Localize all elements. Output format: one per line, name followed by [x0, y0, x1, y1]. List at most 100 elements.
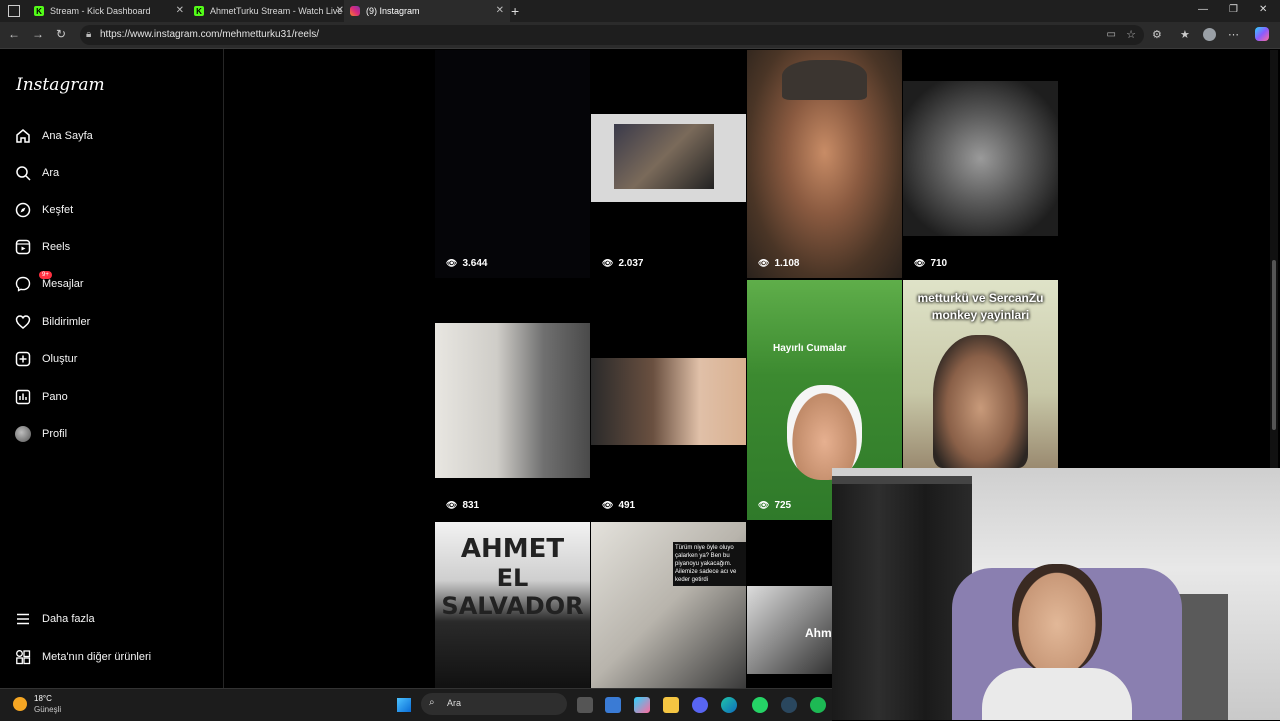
reel-image [903, 81, 1058, 236]
sidebar-item-label: Ara [42, 167, 60, 179]
grid-icon [14, 648, 32, 666]
whatsapp-icon[interactable] [752, 697, 768, 713]
tab-kick-watch[interactable]: K AhmetTurku Stream - Watch Live ✕ [188, 0, 350, 22]
file-explorer-icon[interactable] [663, 697, 679, 713]
reader-icon[interactable]: ▭ [1107, 29, 1116, 40]
reel-image [435, 323, 590, 478]
reel-image [787, 385, 862, 480]
start-icon[interactable] [397, 698, 411, 712]
reel-thumbnail[interactable] [435, 280, 590, 520]
sidebar-item-reels[interactable]: Reels [14, 236, 70, 258]
search-icon: ⌕ [429, 697, 435, 708]
reel-thumbnail[interactable] [903, 50, 1058, 278]
reel-overlay-text: Türüm niye öyle oluyo çalarken ya? Ben b… [673, 542, 746, 586]
spotify-icon[interactable] [810, 697, 826, 713]
eye-icon: 👁︎ [914, 258, 926, 268]
maximize-icon[interactable]: ❐ [1229, 4, 1238, 15]
reel-thumbnail[interactable] [591, 280, 746, 520]
messenger-icon: 9+ [14, 271, 52, 293]
weather-icon[interactable] [13, 697, 27, 711]
reel-overlay-text: AHMET [460, 534, 565, 564]
close-window-icon[interactable]: ✕ [1259, 4, 1267, 15]
reel-image [591, 358, 746, 445]
sidebar-item-create[interactable]: Oluştur [14, 348, 77, 370]
task-view-icon[interactable] [577, 697, 593, 713]
reel-thumbnail[interactable] [435, 50, 590, 278]
scrollbar-thumb[interactable] [1272, 260, 1276, 430]
store-icon[interactable] [605, 697, 621, 713]
refresh-icon[interactable]: ↻ [56, 27, 66, 41]
sidebar-item-notifications[interactable]: Bildirimler [14, 311, 90, 333]
url-text: https://www.instagram.com/mehmetturku31/… [100, 29, 319, 40]
heart-icon [14, 313, 32, 331]
reel-image [782, 60, 867, 100]
close-icon[interactable]: ✕ [176, 5, 184, 16]
eye-icon: 👁︎ [446, 500, 458, 510]
reel-overlay-text: Ahm [805, 626, 832, 640]
reel-thumbnail[interactable]: Türüm niye öyle oluyo çalarken ya? Ben b… [591, 522, 746, 688]
sidebar-item-messages[interactable]: 9+ Mesajlar [14, 271, 84, 295]
sidebar-item-more[interactable]: Daha fazla [14, 608, 95, 630]
sidebar-item-profile[interactable]: Profil [14, 423, 67, 445]
weather-temp[interactable]: 18°C [34, 694, 52, 703]
window-menu-icon[interactable] [8, 5, 20, 17]
favorite-star-icon[interactable]: ☆ [1126, 28, 1136, 41]
extensions-icon[interactable]: ⚙ [1152, 28, 1162, 41]
close-icon[interactable]: ✕ [496, 5, 504, 16]
tab-title: Stream - Kick Dashboard [50, 6, 151, 16]
url-field[interactable]: 🔒︎ https://www.instagram.com/mehmetturku… [80, 25, 1144, 45]
lock-icon: 🔒︎ [86, 29, 92, 40]
reels-icon [14, 238, 32, 256]
taskbar-search[interactable]: ⌕ Ara [421, 693, 567, 715]
reel-image [591, 114, 746, 202]
home-icon [14, 127, 32, 145]
reel-views: 👁︎ 2.037 [602, 258, 644, 269]
favorites-icon[interactable]: ★ [1180, 28, 1190, 41]
reel-thumbnail[interactable]: metturkü ve SercanZu monkey yayinlari [903, 280, 1058, 468]
reel-image [933, 335, 1028, 468]
sidebar-item-explore[interactable]: Keşfet [14, 199, 73, 221]
minimize-icon[interactable]: — [1198, 4, 1208, 15]
reel-thumbnail[interactable]: AHMET EL SALVADOR [435, 522, 590, 688]
reel-views: 👁︎ 831 [446, 500, 480, 511]
copilot-taskbar-icon[interactable] [634, 697, 650, 713]
close-icon[interactable]: ✕ [336, 5, 344, 16]
instagram-logo[interactable]: Instagram [16, 75, 105, 95]
sidebar-item-label: Mesajlar [42, 278, 84, 290]
reel-overlay-text: Hayırlı Cumalar [773, 343, 847, 354]
edge-icon[interactable] [721, 697, 737, 713]
reel-thumbnail[interactable] [591, 50, 746, 278]
tab-kick-dashboard[interactable]: K Stream - Kick Dashboard ✕ [28, 0, 190, 22]
chart-icon [14, 388, 32, 406]
sidebar-item-label: Bildirimler [42, 316, 91, 328]
search-icon [14, 164, 32, 182]
reel-views: 👁︎ 710 [914, 258, 948, 269]
sidebar-item-meta-products[interactable]: Meta'nın diğer ürünleri [14, 646, 151, 668]
person-head [1012, 564, 1102, 674]
profile-avatar[interactable] [1203, 28, 1216, 41]
forward-icon[interactable]: → [32, 27, 44, 41]
curtain-rod [832, 476, 972, 484]
sidebar-item-label: Keşfet [42, 204, 74, 216]
sidebar-item-search[interactable]: Ara [14, 162, 59, 184]
eye-icon: 👁︎ [602, 258, 614, 268]
taskbar-search-label: Ara [447, 698, 462, 708]
reel-views: 👁︎ 491 [602, 500, 636, 511]
kick-icon: K [194, 6, 204, 16]
steam-icon[interactable] [781, 697, 797, 713]
new-tab-icon[interactable]: + [511, 3, 519, 19]
eye-icon: 👁︎ [758, 500, 770, 510]
address-bar: ← → ↻ 🔒︎ https://www.instagram.com/mehme… [0, 22, 1280, 49]
back-icon[interactable]: ← [8, 27, 20, 41]
more-icon[interactable]: ⋯ [1228, 28, 1239, 41]
tab-instagram[interactable]: (9) Instagram ✕ [344, 0, 510, 22]
curtain [832, 476, 972, 720]
sidebar-item-home[interactable]: Ana Sayfa [14, 125, 93, 147]
reel-views: 👁︎ 1.108 [758, 258, 800, 269]
discord-icon[interactable] [692, 697, 708, 713]
reel-thumbnail[interactable] [747, 50, 902, 278]
eye-icon: 👁︎ [446, 258, 458, 268]
sidebar-item-dashboard[interactable]: Pano [14, 386, 68, 408]
copilot-icon[interactable] [1255, 27, 1269, 41]
notification-badge: 9+ [39, 271, 52, 279]
